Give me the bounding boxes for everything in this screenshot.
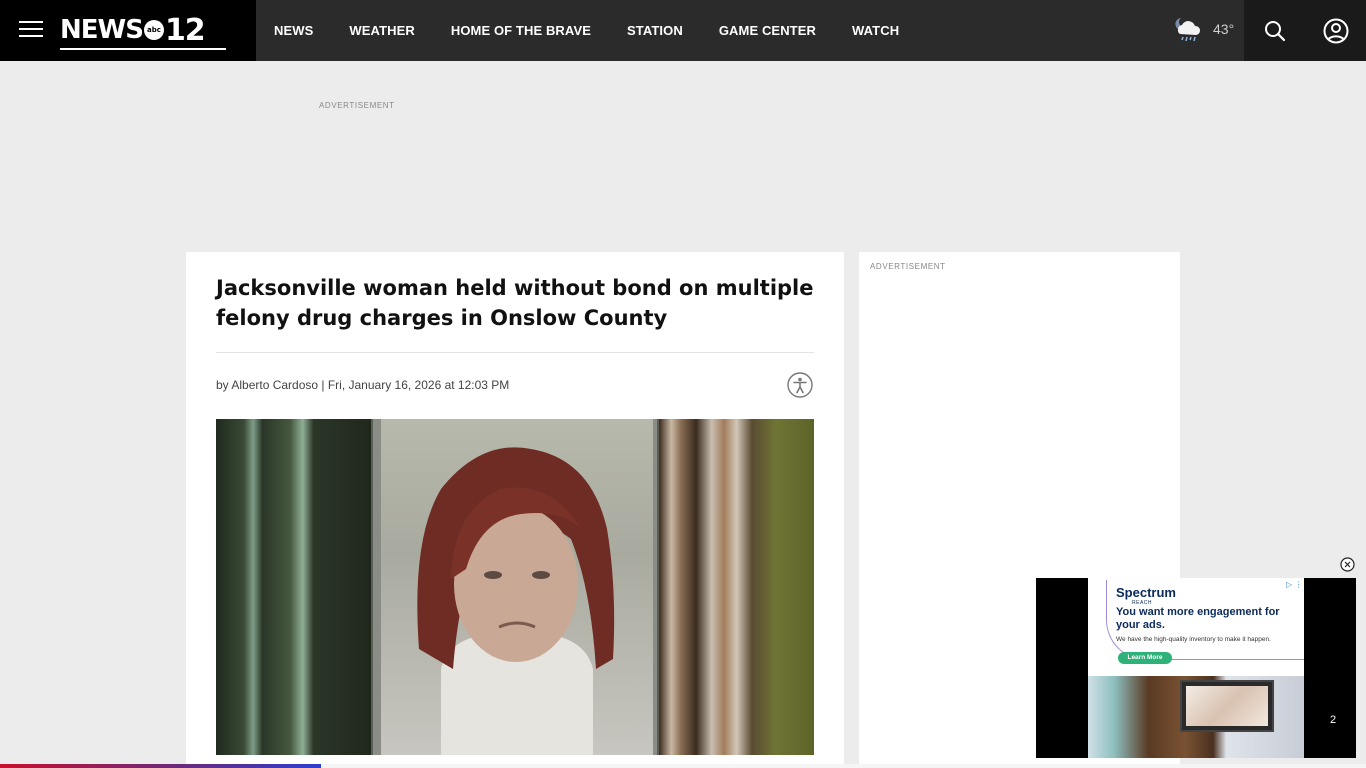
reading-progress-fill	[0, 764, 321, 768]
brand-block: NEWS abc 12	[0, 0, 256, 61]
nav-news[interactable]: NEWS	[274, 23, 313, 38]
ad-photo-tv	[1180, 680, 1274, 732]
hero-mugshot	[371, 419, 659, 755]
cloud-rain-moon-icon	[1172, 14, 1204, 44]
account-button[interactable]	[1305, 0, 1366, 61]
main-nav: NEWS WEATHER HOME OF THE BRAVE STATION G…	[256, 0, 917, 61]
nav-weather[interactable]: WEATHER	[349, 23, 414, 38]
article-card: Jacksonville woman held without bond on …	[186, 252, 844, 768]
ad-learn-more-button[interactable]: Learn More	[1118, 652, 1172, 664]
adchoices-icon[interactable]: ▷ ⋮	[1286, 580, 1303, 589]
article-headline: Jacksonville woman held without bond on …	[216, 276, 814, 330]
close-video-ad-icon[interactable]	[1340, 557, 1355, 572]
logo-number: 12	[164, 12, 206, 48]
ad-subtext: We have the high-quality inventory to ma…	[1116, 636, 1271, 643]
hero-blurred-bars-left	[216, 419, 371, 755]
nav-game-center[interactable]: GAME CENTER	[719, 23, 816, 38]
nav-station[interactable]: STATION	[627, 23, 683, 38]
hero-blurred-bars-right	[659, 419, 814, 755]
abc-badge: abc	[143, 20, 164, 40]
nav-home-of-the-brave[interactable]: HOME OF THE BRAVE	[451, 23, 591, 38]
accessibility-icon[interactable]	[787, 372, 813, 398]
search-icon	[1264, 20, 1285, 41]
ad-brand: Spectrum	[1116, 585, 1176, 600]
ad-creative[interactable]: Spectrum REACH ▷ ⋮ You want more engagem…	[1088, 578, 1304, 758]
article-hero-image[interactable]	[216, 419, 814, 755]
top-ad-label: ADVERTISEMENT	[319, 101, 395, 110]
user-account-icon	[1323, 18, 1348, 43]
article-byline: by Alberto Cardoso | Fri, January 16, 20…	[216, 378, 510, 392]
reading-progress-bar	[0, 764, 1366, 768]
headline-divider	[216, 352, 814, 353]
logo-underline	[60, 48, 226, 50]
nav-watch[interactable]: WATCH	[852, 23, 899, 38]
news12-logo[interactable]: NEWS abc 12	[60, 12, 226, 50]
sidebar-ad-label: ADVERTISEMENT	[870, 262, 946, 271]
weather-temperature: 43°	[1213, 21, 1235, 37]
menu-icon[interactable]	[19, 21, 43, 39]
weather-widget[interactable]: 43°	[1172, 14, 1234, 44]
site-header: NEWS abc 12 NEWS WEATHER HOME OF THE BRA…	[0, 0, 1366, 61]
logo-text: NEWS	[60, 15, 144, 45]
floating-video-ad[interactable]: Spectrum REACH ▷ ⋮ You want more engagem…	[1036, 578, 1356, 758]
search-button[interactable]	[1244, 0, 1305, 61]
ad-headline: You want more engagement for your ads.	[1116, 606, 1280, 631]
video-ad-counter: 2	[1330, 714, 1337, 726]
